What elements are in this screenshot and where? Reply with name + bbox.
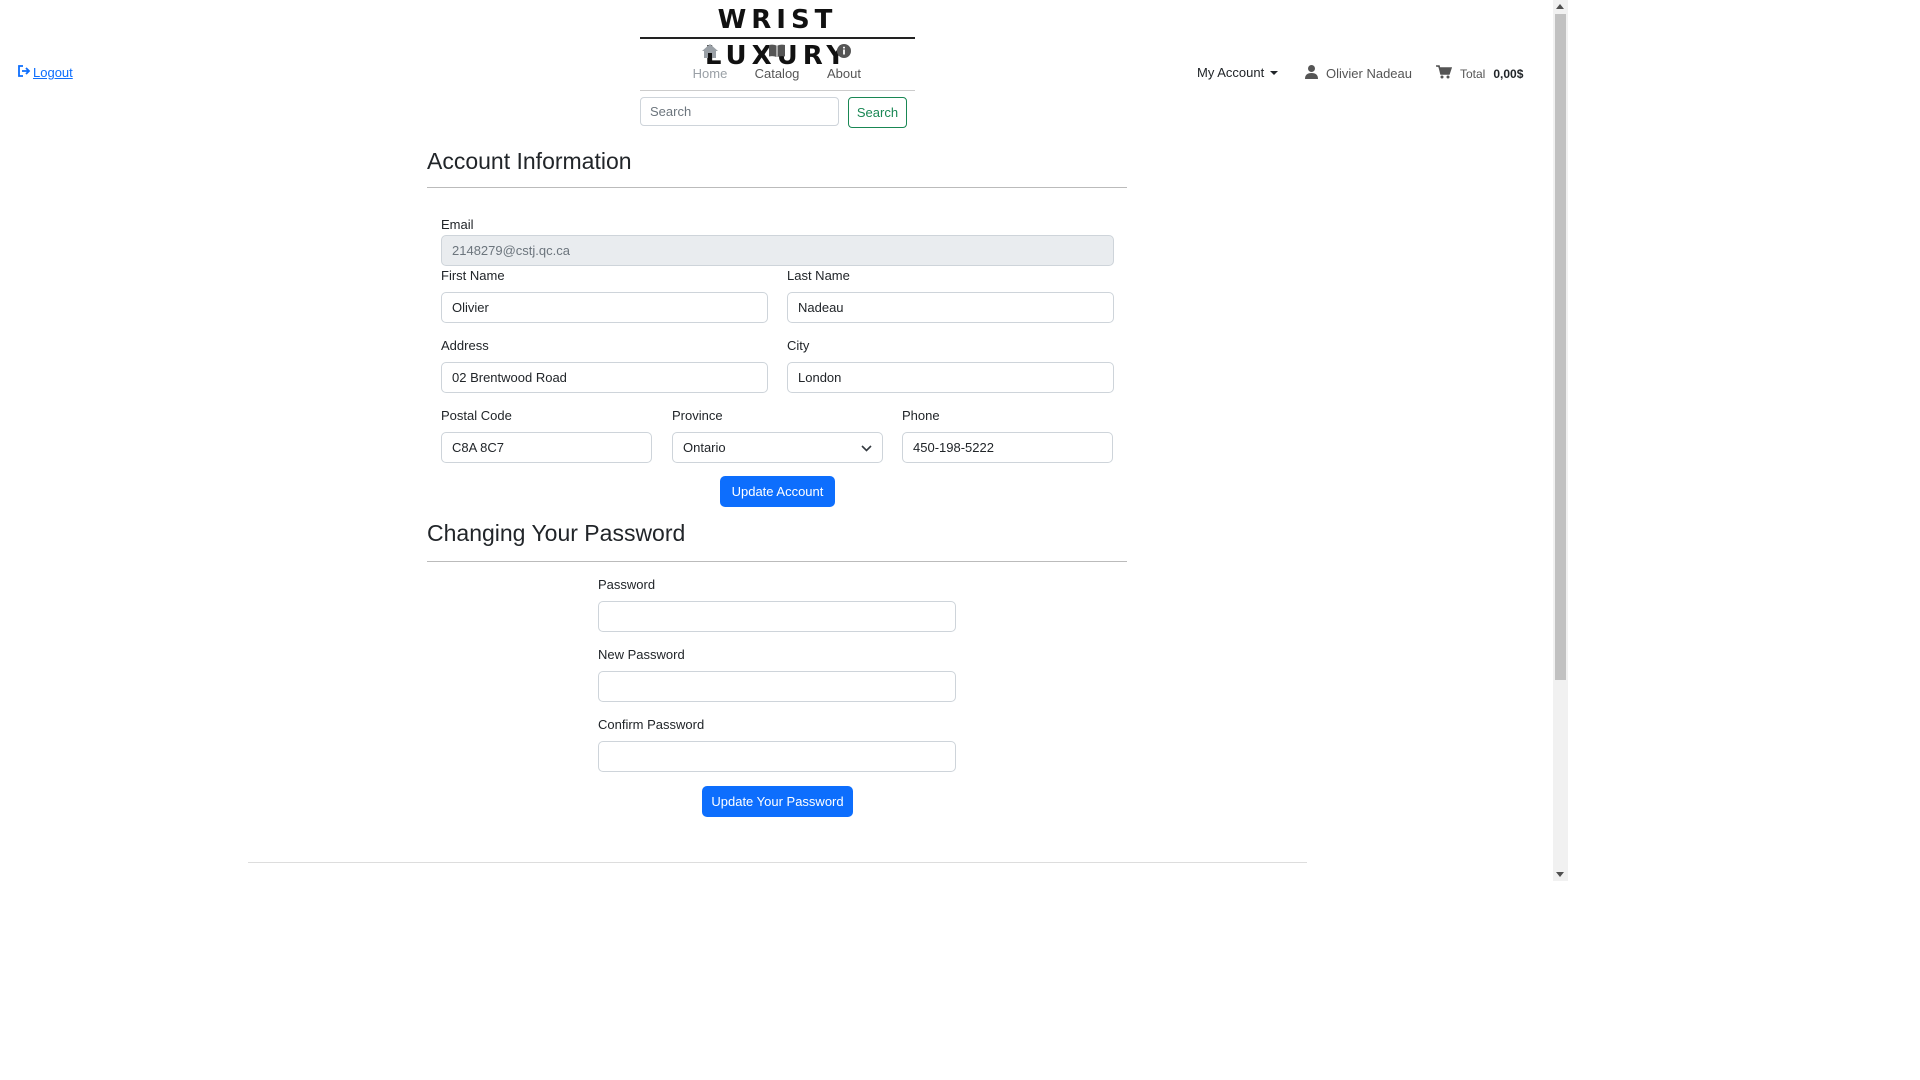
nav-divider	[640, 90, 915, 91]
scrollbar-thumb[interactable]	[1555, 14, 1566, 680]
cart-total-label: Total	[1460, 66, 1486, 81]
province-label: Province	[672, 408, 723, 423]
phone-label: Phone	[902, 408, 940, 423]
password-label: Password	[598, 577, 656, 592]
nav-catalog-label: Catalog	[754, 66, 800, 81]
phone-field[interactable]	[902, 432, 1113, 463]
cart-summary[interactable]: Total 0,00$	[1436, 65, 1523, 82]
password-section-title: Changing Your Password	[427, 520, 686, 546]
home-icon	[690, 44, 730, 64]
nav-home-label: Home	[692, 66, 728, 81]
last-name-label: Last Name	[787, 268, 850, 283]
user-name: Olivier Nadeau	[1326, 66, 1412, 81]
new-password-label: New Password	[598, 647, 685, 662]
password-field[interactable]	[598, 601, 956, 632]
nav-about-label: About	[827, 66, 861, 81]
cart-total-amount: 0,00$	[1493, 66, 1524, 81]
logout-link[interactable]: Logout	[18, 65, 73, 80]
password-divider	[427, 561, 1127, 562]
user-icon	[1305, 65, 1318, 82]
nav-catalog[interactable]: Catalog	[752, 44, 802, 81]
cart-icon	[1436, 65, 1453, 82]
caret-down-icon	[1270, 70, 1279, 75]
nav-home[interactable]: Home	[690, 44, 730, 81]
confirm-password-label: Confirm Password	[598, 717, 705, 732]
last-name-field[interactable]	[787, 292, 1114, 323]
email-label: Email	[441, 217, 474, 232]
email-field	[441, 235, 1114, 266]
search-button[interactable]: Search	[848, 97, 907, 128]
info-icon	[822, 44, 866, 64]
city-field[interactable]	[787, 362, 1114, 393]
logo-underline	[640, 37, 915, 39]
my-account-dropdown[interactable]: My Account	[1197, 65, 1279, 80]
city-label: City	[787, 338, 810, 353]
confirm-password-field[interactable]	[598, 741, 956, 772]
logout-icon	[18, 65, 32, 80]
update-password-button[interactable]: Update Your Password	[702, 786, 853, 817]
first-name-field[interactable]	[441, 292, 768, 323]
user-profile[interactable]: Olivier Nadeau	[1305, 65, 1412, 82]
search-input[interactable]	[640, 97, 839, 126]
update-account-button[interactable]: Update Account	[720, 476, 835, 507]
logout-label: Logout	[33, 65, 73, 80]
address-field[interactable]	[441, 362, 768, 393]
scroll-down-arrow-icon[interactable]	[1556, 872, 1564, 877]
nav-about[interactable]: About	[822, 44, 866, 81]
address-label: Address	[441, 338, 489, 353]
my-account-label: My Account	[1197, 65, 1265, 80]
account-divider	[427, 187, 1127, 188]
province-select[interactable]: Ontario	[672, 432, 883, 463]
first-name-label: First Name	[441, 268, 505, 283]
postal-code-label: Postal Code	[441, 408, 512, 423]
scroll-up-arrow-icon[interactable]	[1556, 4, 1564, 9]
province-selected: Ontario	[683, 440, 726, 455]
chevron-down-icon	[861, 440, 872, 455]
new-password-field[interactable]	[598, 671, 956, 702]
book-icon	[752, 44, 802, 64]
account-section-title: Account Information	[427, 148, 632, 174]
postal-code-field[interactable]	[441, 432, 652, 463]
footer-divider	[248, 862, 1307, 863]
